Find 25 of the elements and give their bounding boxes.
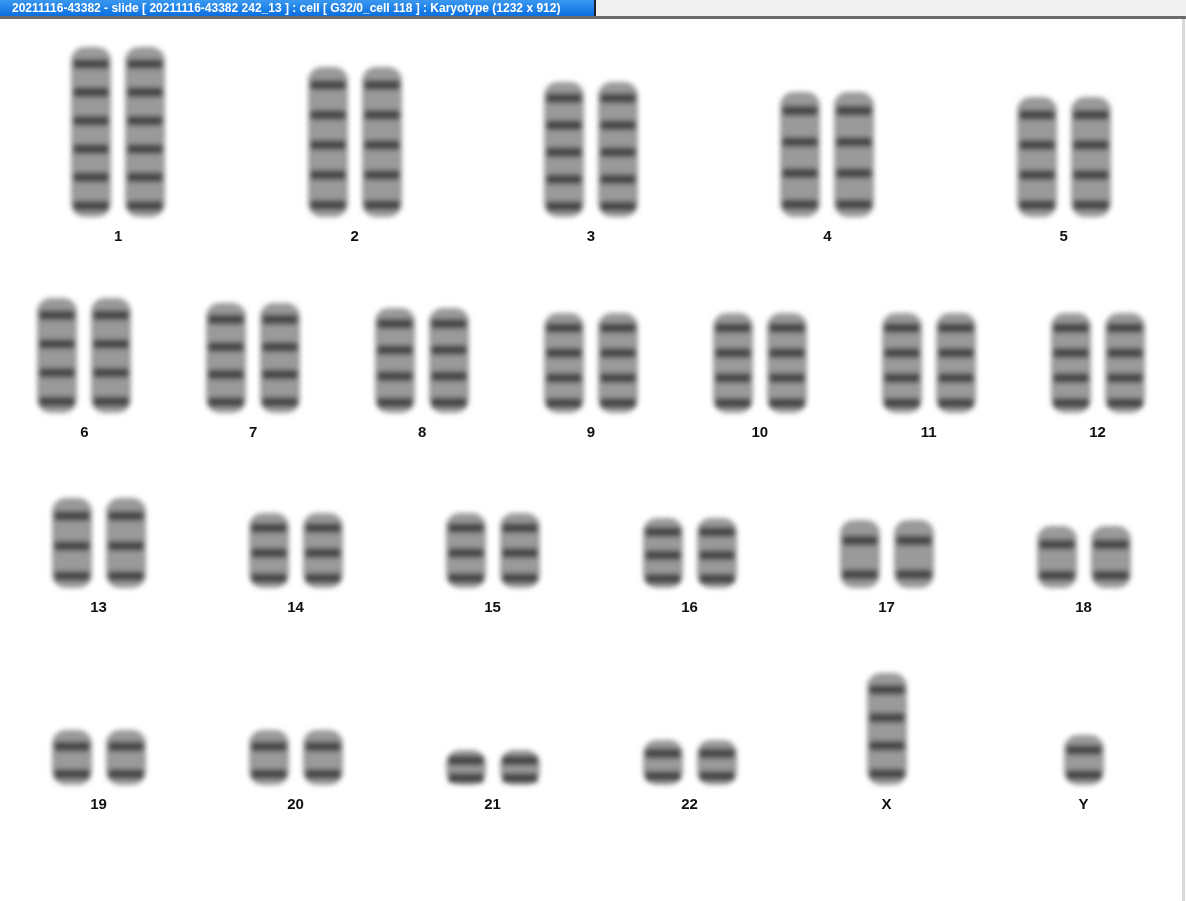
chromosome-label: 18	[1075, 598, 1092, 616]
chromosome-label: 13	[90, 598, 107, 616]
chromosome-label: 7	[249, 423, 258, 441]
chromosome-label: 6	[80, 423, 89, 441]
chromosome-label: 22	[681, 795, 698, 813]
chromosome-label: 21	[484, 795, 501, 813]
chromosome-label: 17	[878, 598, 895, 616]
chromosome-label: 11	[920, 423, 937, 441]
chromosome-label: 12	[1089, 423, 1106, 441]
chromosome-label: 8	[417, 423, 427, 441]
chromosome-label: 15	[484, 598, 501, 616]
chromosome-label: 2	[350, 227, 359, 245]
chromosome-label: X	[881, 795, 892, 813]
chromosome-label: 9	[586, 423, 596, 441]
chromosome-label: 14	[287, 598, 304, 616]
chromosome-label: 20	[287, 795, 304, 813]
chromosome-label: 10	[751, 423, 769, 441]
chromosome-label: 4	[823, 227, 832, 245]
chromosome-label: 1	[114, 227, 123, 245]
chromosome-label: 3	[586, 227, 596, 245]
chromosome-label: Y	[1078, 795, 1089, 813]
window-title[interactable]: 20211116-43382 - slide [ 20211116-43382 242_13 ] : cell [ G32/0_cell 118 ] : Karyotype (1232 x 912)	[0, 0, 596, 16]
chromosome-label: 5	[1059, 227, 1068, 245]
chromosome-label: 19	[90, 795, 107, 813]
chromosome-label: 16	[681, 598, 698, 616]
